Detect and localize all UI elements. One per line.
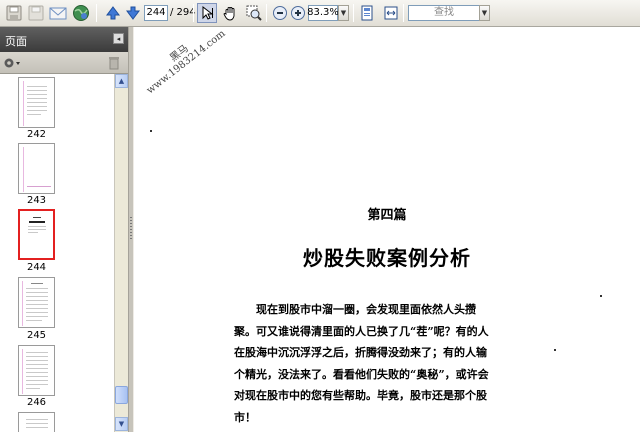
delete-trash-icon[interactable] [108,56,120,70]
zoom-out-icon[interactable] [270,3,290,23]
zoom-in-icon[interactable] [288,3,308,23]
search-input[interactable]: 查找 [408,5,480,21]
zoom-dropdown-arrow-icon[interactable]: ▼ [338,5,349,21]
thumbnail-page-246[interactable] [18,345,55,396]
paragraph-line: 在股海中沉沉浮浮之后，折腾得没劲来了；有的人输 [234,346,487,359]
thumbnail-label: 246 [26,397,47,408]
thumbnail-page-243[interactable] [18,143,55,194]
chapter-heading: 第四篇 [367,208,407,223]
globe-icon[interactable] [71,3,91,23]
thumbnail-label: 242 [26,129,47,140]
chapter-title: 炒股失败案例分析 [303,246,471,270]
watermark: 黑马 www.1983214.com [138,27,228,96]
thumbnail-scrollbar[interactable]: ▲ ▼ [114,74,128,432]
fit-page-icon[interactable] [357,3,377,23]
panel-header: 页面 ◂ [0,27,128,52]
page-up-icon[interactable] [103,3,123,23]
zoom-tool-icon[interactable] [244,3,264,23]
save-disabled-icon[interactable] [26,3,46,23]
panel-title: 页面 [5,35,27,48]
paragraph-line: 个精光，没法来了。看看他们失败的“奥秘”，或许会 [234,367,489,381]
zoom-level-field[interactable]: 83.3% [307,5,339,21]
thumbnail-label: 243 [26,195,47,206]
thumbnail-label: 244 [26,262,47,273]
hand-tool-icon[interactable] [220,3,240,23]
paragraph-line: 聚。可又谁说得清里面的人已换了几“茬”呢？有的人 [234,324,489,338]
save-icon[interactable] [4,3,24,23]
pages-panel: 页面 ◂ 242 243 244 245 246 ▲ ▼ [0,27,128,432]
paragraph-line: 现在到股市中溜一圈，会发现里面依然人头攒 [234,303,476,316]
scroll-up-arrow-icon[interactable]: ▲ [115,74,128,88]
thumbnail-page-245[interactable] [18,277,55,328]
options-gear-icon[interactable] [3,56,21,70]
select-tool-icon[interactable] [197,3,217,23]
scroll-down-arrow-icon[interactable]: ▼ [115,417,128,431]
page-speck [600,295,602,297]
fit-width-icon[interactable] [381,3,401,23]
thumbnail-label: 245 [26,330,47,341]
page-total: / 294 [170,7,196,18]
document-view[interactable]: 黑马 www.1983214.com 第四篇 炒股失败案例分析 现在到股市中溜一… [134,27,640,432]
thumbnail-page-242[interactable] [18,77,55,128]
scrollbar-thumb[interactable] [115,386,128,404]
splitter-grip-icon [130,217,132,239]
thumbnail-list[interactable]: 242 243 244 245 246 [0,74,114,432]
watermark-line: 黑马 [168,43,191,65]
toolbar: 244 / 294 83.3% ▼ 查找 ▼ [0,0,640,27]
page-speck [554,349,556,351]
paragraph-line: 市！ [234,410,256,424]
collapse-panel-icon[interactable]: ◂ [113,33,124,44]
panel-toolbar [0,52,128,74]
search-dropdown-arrow-icon[interactable]: ▼ [479,5,490,21]
thumbnail-page-244[interactable] [18,209,55,260]
body-paragraph: 现在到股市中溜一圈，会发现里面依然人头攒 聚。可又谁说得清里面的人已换了几“茬”… [234,299,496,428]
paragraph-line: 对现在股市中的您有些帮助。毕竟，股市还是那个股 [234,389,487,402]
page-speck [150,130,152,132]
thumbnail-page-247[interactable] [18,412,55,432]
page-number-input[interactable]: 244 [144,5,168,21]
page-down-icon[interactable] [123,3,143,23]
email-icon[interactable] [48,3,68,23]
